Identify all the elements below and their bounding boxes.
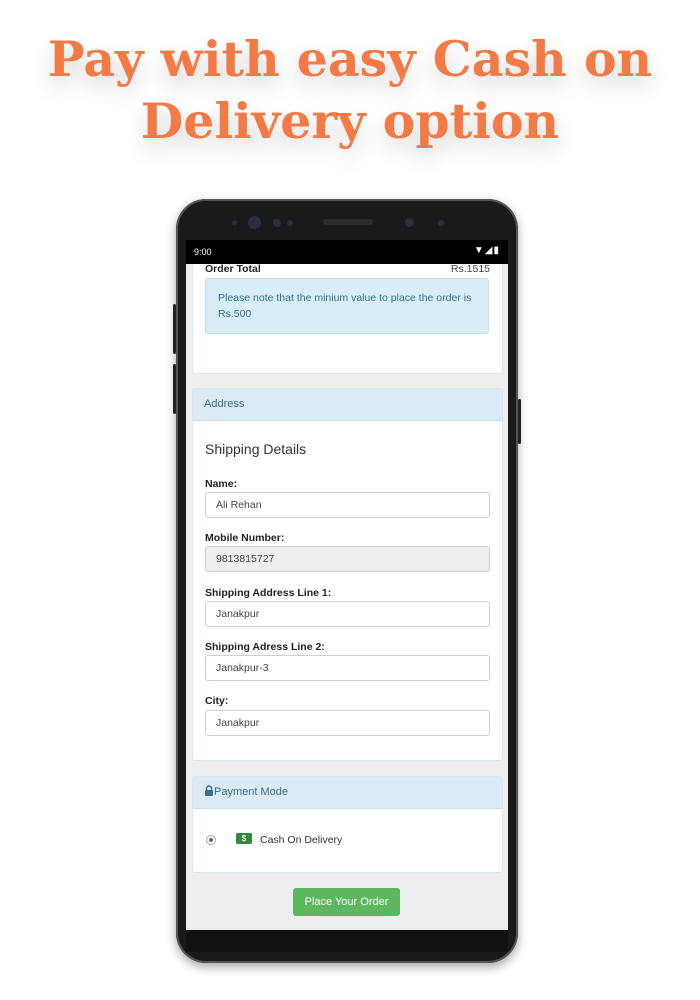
checkout-content[interactable]: Order Total Rs.1515 Please note that the…	[186, 264, 508, 930]
headline-line-1: Pay with easy Cash on	[47, 30, 653, 88]
name-field[interactable]: Ali Rehan	[205, 492, 490, 518]
city-label: City:	[205, 695, 229, 707]
shipping-details-title: Shipping Details	[205, 441, 307, 457]
city-field[interactable]: Janakpur	[205, 710, 490, 736]
minimum-order-note: Please note that the minium value to pla…	[205, 278, 489, 334]
mobile-number-field[interactable]: 9813815727	[205, 546, 490, 572]
phone-bottom-bezel	[186, 930, 508, 952]
name-label: Name:	[205, 478, 238, 490]
cash-on-delivery-option[interactable]: $ Cash On Delivery	[193, 809, 502, 872]
status-icons: ▼◢▮	[473, 245, 500, 256]
order-total-value: Rs.1515	[450, 264, 490, 275]
address-line-1-field[interactable]: Janakpur	[205, 601, 490, 627]
status-time: 9:00	[194, 247, 212, 257]
cash-on-delivery-label: Cash On Delivery	[260, 834, 343, 846]
sensor-icon	[232, 220, 237, 225]
promo-headline: Pay with easy Cash on Delivery option	[0, 28, 700, 152]
sensor-icon	[273, 219, 281, 227]
volume-up-button	[173, 304, 176, 354]
address-line-2-label: Shipping Adress Line 2:	[205, 641, 325, 653]
earpiece-speaker	[323, 219, 373, 225]
phone-frame: 9:00 ▼◢▮ Order Total Rs.1515 Please note…	[173, 199, 521, 963]
address-line-2-field[interactable]: Janakpur-3	[205, 655, 490, 681]
sensor-icon	[438, 220, 444, 226]
order-total-label: Order Total	[205, 264, 261, 275]
iris-camera-icon	[405, 218, 414, 227]
volume-down-button	[173, 364, 176, 414]
sensor-icon	[287, 220, 293, 226]
payment-mode-title: Payment Mode	[214, 786, 288, 798]
power-button	[518, 399, 521, 444]
address-panel: Address Shipping Details Name: Ali Rehan…	[192, 388, 503, 761]
mobile-number-label: Mobile Number:	[205, 532, 285, 544]
place-order-button[interactable]: Place Your Order	[293, 888, 400, 916]
front-camera-icon	[248, 216, 261, 229]
phone-top-bezel	[176, 199, 518, 239]
cash-icon: $	[236, 833, 252, 844]
payment-mode-header: Payment Mode	[193, 777, 502, 809]
address-line-1-label: Shipping Address Line 1:	[205, 587, 332, 599]
phone-screen: 9:00 ▼◢▮ Order Total Rs.1515 Please note…	[186, 240, 508, 930]
address-panel-header: Address	[193, 389, 502, 421]
lock-icon	[205, 785, 213, 796]
order-summary-panel: Order Total Rs.1515 Please note that the…	[192, 264, 503, 374]
status-bar: 9:00 ▼◢▮	[186, 240, 508, 264]
payment-mode-panel: Payment Mode $ Cash On Delivery	[192, 776, 503, 873]
cash-on-delivery-radio[interactable]	[206, 835, 216, 845]
headline-line-2: Delivery option	[140, 92, 560, 150]
